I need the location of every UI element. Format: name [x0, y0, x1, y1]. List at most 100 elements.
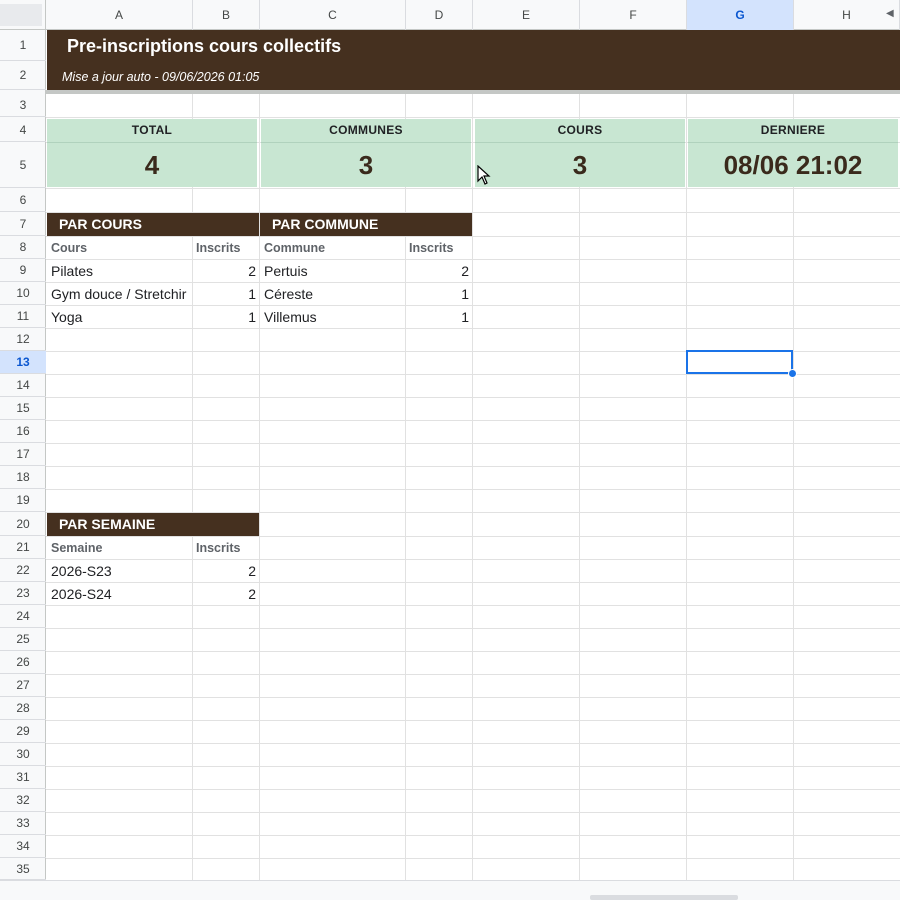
- stat-card-derniere[interactable]: DERNIERE 08/06 21:02: [688, 119, 898, 187]
- row-header-12[interactable]: 12: [0, 328, 46, 351]
- cell-commune-name[interactable]: Céreste: [264, 286, 405, 302]
- stat-value: 08/06 21:02: [723, 150, 863, 180]
- scrollbar-thumb[interactable]: [590, 895, 738, 900]
- grid-line: [0, 374, 900, 375]
- cell-semaine-count[interactable]: 2: [196, 586, 256, 602]
- update-subtitle: Mise a jour auto - 09/06/2026 01:05: [62, 70, 260, 84]
- select-all-corner[interactable]: [0, 0, 46, 30]
- column-header-a[interactable]: A: [46, 0, 193, 30]
- stat-label: DERNIERE: [760, 123, 826, 137]
- column-header-f[interactable]: F: [580, 0, 687, 30]
- row-header-6[interactable]: 6: [0, 188, 46, 212]
- section-header-par-commune[interactable]: PAR COMMUNE: [260, 213, 472, 236]
- row-header-14[interactable]: 14: [0, 374, 46, 397]
- cell-commune-name[interactable]: Pertuis: [264, 263, 405, 279]
- row-header-24[interactable]: 24: [0, 605, 46, 628]
- row-header-34[interactable]: 34: [0, 835, 46, 858]
- column-header-c[interactable]: C: [260, 0, 406, 30]
- stat-card-communes[interactable]: COMMUNES 3: [261, 119, 471, 187]
- row-header-23[interactable]: 23: [0, 582, 46, 605]
- section-header-par-semaine[interactable]: PAR SEMAINE: [47, 513, 259, 536]
- cell-semaine-count[interactable]: 2: [196, 563, 256, 579]
- grid-line: [0, 559, 900, 560]
- frozen-rows-divider[interactable]: [0, 90, 900, 94]
- cell-semaine-name[interactable]: 2026-S23: [51, 563, 192, 579]
- row-header-28[interactable]: 28: [0, 697, 46, 720]
- grid-line: [0, 259, 900, 260]
- stat-card-cours[interactable]: COURS 3: [475, 119, 685, 187]
- grid-line: [0, 282, 900, 283]
- cell-cours-name[interactable]: Pilates: [51, 263, 192, 279]
- cell-cours-count[interactable]: 1: [196, 286, 256, 302]
- row-header-5[interactable]: 5: [0, 142, 46, 188]
- row-header-25[interactable]: 25: [0, 628, 46, 651]
- row-header-3[interactable]: 3: [0, 94, 46, 117]
- row-header-26[interactable]: 26: [0, 651, 46, 674]
- column-header-e[interactable]: E: [473, 0, 580, 30]
- row-header-29[interactable]: 29: [0, 720, 46, 743]
- grid-line: [472, 30, 473, 880]
- row-header-33[interactable]: 33: [0, 812, 46, 835]
- row-header-2[interactable]: 2: [0, 61, 46, 90]
- row-header-21[interactable]: 21: [0, 536, 46, 559]
- row-header-30[interactable]: 30: [0, 743, 46, 766]
- cell-commune-count[interactable]: 2: [409, 263, 469, 279]
- row-header-19[interactable]: 19: [0, 489, 46, 512]
- row-header-7[interactable]: 7: [0, 212, 46, 236]
- column-label-semaine[interactable]: Semaine: [51, 541, 102, 555]
- cell-commune-count[interactable]: 1: [409, 286, 469, 302]
- cell-cours-count[interactable]: 1: [196, 309, 256, 325]
- cell-commune-count[interactable]: 1: [409, 309, 469, 325]
- row-header-32[interactable]: 32: [0, 789, 46, 812]
- row-header-27[interactable]: 27: [0, 674, 46, 697]
- grid-line: [0, 489, 900, 490]
- page-title: Pre-inscriptions cours collectifs: [67, 36, 342, 56]
- grid-line: [259, 30, 260, 880]
- column-header-g[interactable]: G: [687, 0, 794, 30]
- row-header-17[interactable]: 17: [0, 443, 46, 466]
- column-label-inscrits[interactable]: Inscrits: [196, 241, 240, 255]
- column-header-b[interactable]: B: [193, 0, 260, 30]
- row-header-18[interactable]: 18: [0, 466, 46, 489]
- row-header-22[interactable]: 22: [0, 559, 46, 582]
- horizontal-scrollbar[interactable]: [0, 880, 900, 900]
- stat-value: 4: [144, 150, 160, 180]
- row-header-16[interactable]: 16: [0, 420, 46, 443]
- row-header-35[interactable]: 35: [0, 858, 46, 880]
- row-header-20[interactable]: 20: [0, 512, 46, 536]
- row-header-11[interactable]: 11: [0, 305, 46, 328]
- cell-semaine-name[interactable]: 2026-S24: [51, 586, 192, 602]
- cell-commune-name[interactable]: Villemus: [264, 309, 405, 325]
- grid-line: [0, 812, 900, 813]
- grid-line: [0, 605, 900, 606]
- stat-card-total[interactable]: TOTAL 4: [47, 119, 257, 187]
- cell-cours-name[interactable]: Gym douce / Stretchir: [51, 286, 192, 302]
- section-header-par-cours[interactable]: PAR COURS: [47, 213, 259, 236]
- stat-value: 3: [358, 150, 374, 180]
- column-header-h[interactable]: H: [794, 0, 900, 30]
- column-header-bar: A B C D E F G H ◀: [0, 0, 900, 30]
- grid-line: [0, 674, 900, 675]
- row-header-13[interactable]: 13: [0, 351, 46, 374]
- column-label-cours[interactable]: Cours: [51, 241, 87, 255]
- column-label-inscrits[interactable]: Inscrits: [409, 241, 453, 255]
- cell-cours-name[interactable]: Yoga: [51, 309, 192, 325]
- row-header-4[interactable]: 4: [0, 119, 46, 142]
- selected-cell-outline[interactable]: [686, 350, 793, 374]
- column-label-inscrits[interactable]: Inscrits: [196, 541, 240, 555]
- grid-line: [0, 766, 900, 767]
- row-header-10[interactable]: 10: [0, 282, 46, 305]
- cell-cours-count[interactable]: 2: [196, 263, 256, 279]
- grid-line: [0, 466, 900, 467]
- column-header-d[interactable]: D: [406, 0, 473, 30]
- column-label-commune[interactable]: Commune: [264, 241, 325, 255]
- divider: [261, 142, 471, 143]
- scroll-left-icon[interactable]: ◀: [886, 8, 894, 19]
- row-header-31[interactable]: 31: [0, 766, 46, 789]
- fill-handle[interactable]: [788, 369, 797, 378]
- row-header-15[interactable]: 15: [0, 397, 46, 420]
- divider: [47, 142, 257, 143]
- row-header-1[interactable]: 1: [0, 30, 46, 61]
- row-header-8[interactable]: 8: [0, 236, 46, 259]
- row-header-9[interactable]: 9: [0, 259, 46, 282]
